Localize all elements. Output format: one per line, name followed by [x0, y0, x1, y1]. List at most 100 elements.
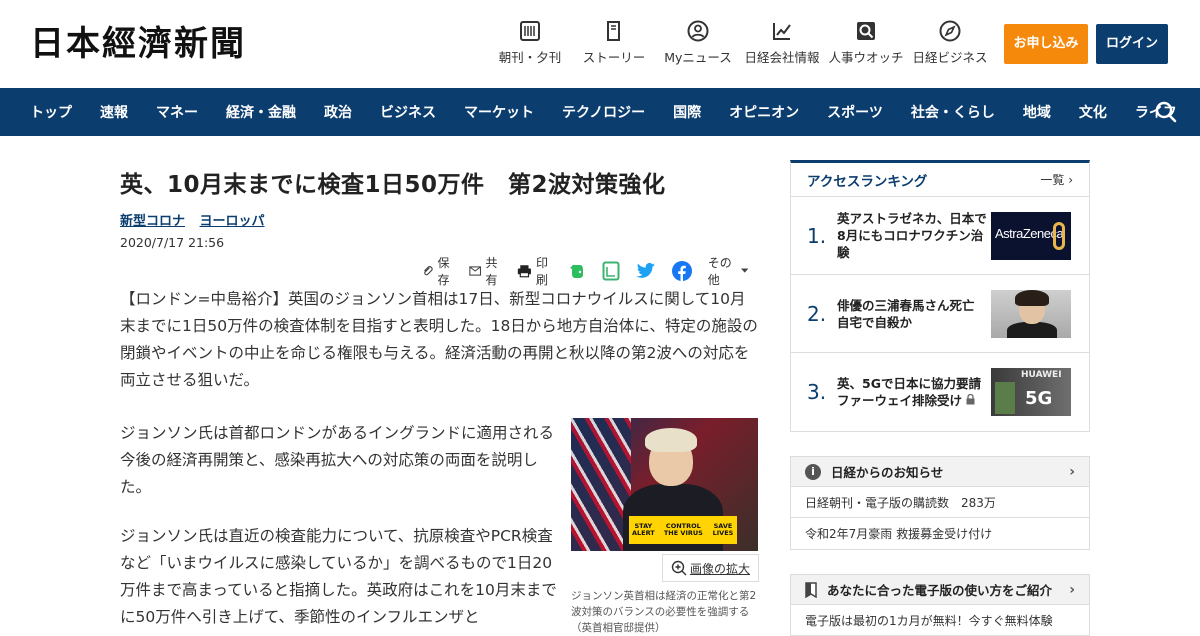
article-paragraph: ジョンソン氏は直近の検査能力について、抗原検査やPCR検査など「いまウイルスに感…	[120, 527, 557, 626]
nav-item[interactable]: マネー	[156, 102, 198, 122]
ranking-all-link[interactable]: 一覧 ›	[1040, 171, 1073, 188]
article: 英、10月末までに検査1日50万件 第2波対策強化 新型コロナ ヨーロッパ 20…	[120, 160, 760, 634]
guide-item[interactable]: 電子版は最初の1カ月が無料！今すぐ無料体験	[791, 605, 1089, 635]
save-label: 保存	[437, 256, 450, 287]
sign-text: STAY ALERT	[631, 522, 655, 537]
header-nav-label: ストーリー	[582, 50, 646, 65]
header-nav-story[interactable]: ストーリー	[572, 20, 656, 66]
search-icon[interactable]	[1154, 100, 1178, 124]
ranking-all-label: 一覧	[1040, 173, 1065, 187]
notice-item[interactable]: 令和2年7月豪雨 救援募金受け付け	[791, 518, 1089, 549]
memo-icon	[602, 261, 620, 281]
nav-item[interactable]: スポーツ	[827, 102, 883, 122]
notice-item[interactable]: 日経朝刊・電子版の購読数 283万	[791, 487, 1089, 518]
nav-item[interactable]: 地域	[1023, 102, 1051, 122]
article-paragraph: ジョンソン氏は首都ロンドンがあるイングランドに適用される今後の経済再開策と、感染…	[120, 424, 555, 496]
article-date: 2020/7/17 21:56	[120, 235, 225, 250]
nikkei-notice: i 日経からのお知らせ › 日経朝刊・電子版の購読数 283万 令和2年7月豪雨…	[790, 456, 1090, 550]
notice-label: 令和2年7月豪雨 救援募金受け付け	[805, 527, 993, 541]
header-nav-label: 日経会社情報	[744, 50, 820, 65]
thumb-logo-text: 5G	[1025, 388, 1053, 409]
save-button[interactable]: 保存	[422, 254, 457, 288]
ranking-headline: 英アストラゼネカ、日本で8月にもコロナワクチン治験	[837, 211, 987, 260]
article-tags: 新型コロナ ヨーロッパ	[120, 210, 760, 229]
caret-down-icon	[740, 268, 748, 273]
article-lead: 【ロンドン=中島裕介】英国のジョンソン首相は17日、新型コロナウイルスに関して1…	[120, 290, 758, 389]
nav-item[interactable]: 文化	[1079, 102, 1107, 122]
article-title: 英、10月末までに検査1日50万件 第2波対策強化	[120, 172, 666, 198]
photo-hair	[645, 428, 697, 452]
lock-icon	[966, 393, 975, 405]
print-button[interactable]: 印刷	[517, 254, 556, 288]
zoom-in-icon	[671, 560, 687, 576]
tag-link[interactable]: 新型コロナ	[120, 214, 185, 229]
more-label: その他	[707, 256, 732, 287]
memo-button[interactable]	[602, 261, 624, 281]
header-nav-label: 人事ウオッチ	[828, 50, 904, 65]
share-label: 共有	[485, 256, 498, 287]
header-nav-company[interactable]: 日経会社情報	[740, 20, 824, 66]
header-nav-paper[interactable]: 朝刊・夕刊	[488, 20, 572, 66]
nav-item[interactable]: 国際	[673, 102, 701, 122]
ranking-item[interactable]: 3. 英、5Gで日本に協力要請 ファーウェイ排除受け HUAWEI 5G	[791, 353, 1089, 431]
notice-label: 日経朝刊・電子版の購読数	[805, 495, 950, 510]
header-nav-label: Myニュース	[664, 50, 732, 65]
nav-item[interactable]: 社会・くらし	[911, 102, 995, 122]
photo-sign: STAY ALERT CONTROL THE VIRUS SAVE LIVES	[629, 516, 737, 544]
nav-item[interactable]: ビジネス	[380, 102, 436, 122]
photo-caption: ジョンソン英首相は経済の正常化と第2波対策のバランスの必要性を強調する（英首相官…	[571, 590, 757, 634]
main-nav-list: トップ 速報 マネー 経済・金融 政治 ビジネス マーケット テクノロジー 国際…	[0, 88, 1200, 136]
ranking-item[interactable]: 1. 英アストラゼネカ、日本で8月にもコロナワクチン治験 AstraZeneca	[791, 197, 1089, 275]
person-search-icon	[857, 22, 875, 40]
share-bar: 保存 共有 印刷 その他	[422, 254, 760, 288]
notice-title: 日経からのお知らせ	[831, 465, 944, 480]
flag-backdrop	[571, 418, 631, 551]
guide-header[interactable]: あなたに合った電子版の使い方をご紹介 ›	[791, 575, 1089, 605]
nav-item[interactable]: テクノロジー	[562, 102, 645, 122]
nav-item[interactable]: トップ	[30, 102, 72, 122]
header-nav-label: 朝刊・夕刊	[498, 50, 562, 65]
user-icon	[687, 20, 709, 42]
ranking-number: 2.	[807, 301, 827, 326]
nav-item[interactable]: オピニオン	[729, 102, 799, 122]
notice-header[interactable]: i 日経からのお知らせ ›	[791, 457, 1089, 487]
nav-item[interactable]: 政治	[324, 102, 352, 122]
facebook-button[interactable]	[671, 261, 696, 281]
ranking-thumbnail	[991, 289, 1071, 338]
header-nav-mynews[interactable]: Myニュース	[656, 20, 740, 66]
chevron-right-icon: ›	[1069, 463, 1075, 480]
login-button[interactable]: ログイン	[1096, 24, 1168, 64]
ranking-thumbnail: HUAWEI 5G	[991, 368, 1071, 416]
sidebar: アクセスランキング 一覧 › 1. 英アストラゼネカ、日本で8月にもコロナワクチ…	[790, 160, 1090, 636]
tag-link[interactable]: ヨーロッパ	[200, 214, 265, 229]
main-nav: トップ 速報 マネー 経済・金融 政治 ビジネス マーケット テクノロジー 国際…	[0, 88, 1200, 136]
evernote-button[interactable]	[568, 262, 590, 280]
share-button[interactable]: 共有	[469, 254, 505, 288]
image-zoom-button[interactable]: 画像の拡大	[661, 554, 759, 582]
ranking-headline: 俳優の三浦春馬さん死亡 自宅で自殺か	[837, 297, 988, 330]
header-nav-business[interactable]: 日経ビジネス	[908, 20, 992, 66]
header-nav-label: 日経ビジネス	[912, 50, 988, 65]
ranking-number: 1.	[807, 223, 827, 248]
info-icon: i	[805, 463, 821, 480]
thumb-logo-text: HUAWEI	[1021, 370, 1062, 380]
header-nav-jinji[interactable]: 人事ウオッチ	[824, 20, 908, 66]
subscribe-button[interactable]: お申し込み	[1004, 24, 1088, 64]
twitter-button[interactable]	[635, 262, 660, 280]
facebook-icon	[671, 261, 692, 281]
nikkei-logo[interactable]: 日本經濟新聞	[30, 22, 246, 66]
header-nav: 朝刊・夕刊 ストーリー Myニュース 日経会社情報 人事ウオッチ 日経ビジネス	[488, 20, 992, 66]
bookmark-icon	[805, 581, 817, 598]
ranking-header: アクセスランキング 一覧 ›	[791, 163, 1089, 197]
article-figure: STAY ALERT CONTROL THE VIRUS SAVE LIVES …	[571, 418, 759, 634]
more-button[interactable]: その他	[708, 254, 748, 288]
article-photo[interactable]: STAY ALERT CONTROL THE VIRUS SAVE LIVES	[571, 418, 758, 551]
print-label: 印刷	[536, 256, 549, 287]
sign-text: SAVE LIVES	[712, 522, 734, 537]
ranking-thumbnail: AstraZeneca	[991, 211, 1071, 260]
nav-item[interactable]: 経済・金融	[226, 102, 296, 122]
clip-icon	[424, 266, 433, 276]
nav-item[interactable]: 速報	[100, 102, 128, 122]
ranking-item[interactable]: 2. 俳優の三浦春馬さん死亡 自宅で自殺か	[791, 275, 1089, 353]
nav-item[interactable]: マーケット	[464, 102, 534, 122]
